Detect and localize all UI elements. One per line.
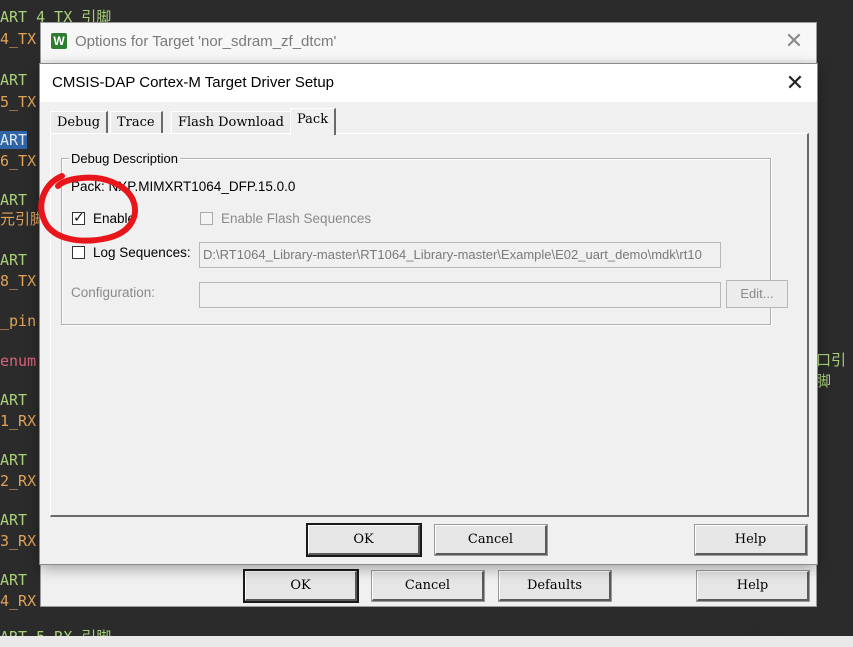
- code-line: 8_TX: [0, 272, 37, 290]
- close-icon[interactable]: ✕: [782, 29, 806, 53]
- code-line: ART: [0, 251, 28, 269]
- tab-trace[interactable]: Trace: [110, 111, 163, 133]
- configuration-field[interactable]: [199, 282, 721, 308]
- code-line: ART: [0, 451, 28, 469]
- inner-titlebar: CMSIS-DAP Cortex-M Target Driver Setup ✕: [40, 64, 817, 102]
- outer-ok-button[interactable]: OK: [243, 569, 359, 603]
- code-line: ART: [0, 571, 28, 589]
- enable-checkbox[interactable]: ✓: [72, 209, 85, 225]
- code-line: 6_TX: [0, 152, 37, 170]
- pack-label: Pack: NXP.MIMXRT1064_DFP.15.0.0: [71, 179, 296, 194]
- bottom-status-strip: [0, 636, 853, 647]
- code-line: 元引脚: [0, 210, 46, 228]
- keil-app-icon: W: [51, 33, 67, 49]
- group-legend: Debug Description: [69, 151, 180, 166]
- code-line: ART: [0, 391, 28, 409]
- inner-cancel-button[interactable]: Cancel: [434, 524, 548, 556]
- code-line: 2_RX: [0, 472, 37, 490]
- code-line: ART: [0, 131, 28, 149]
- inner-help-button[interactable]: Help: [694, 524, 808, 556]
- inner-ok-button[interactable]: OK: [306, 523, 422, 557]
- outer-cancel-button[interactable]: Cancel: [371, 570, 485, 602]
- code-line: _pin: [0, 312, 37, 330]
- inner-dialog-title: CMSIS-DAP Cortex-M Target Driver Setup: [52, 74, 335, 91]
- configuration-label: Configuration:: [71, 285, 156, 300]
- tab-flash-download[interactable]: Flash Download: [171, 111, 292, 133]
- code-line: 3_RX: [0, 532, 37, 550]
- code-line: ART: [0, 511, 28, 529]
- code-line: enum: [0, 352, 37, 370]
- enable-flash-sequences-label: Enable Flash Sequences: [221, 211, 372, 226]
- outer-defaults-button[interactable]: Defaults: [498, 570, 612, 602]
- tab-debug[interactable]: Debug: [50, 111, 109, 133]
- outer-help-button[interactable]: Help: [696, 570, 810, 602]
- edit-button[interactable]: Edit...: [726, 280, 788, 308]
- code-line: 4_TX: [0, 30, 37, 48]
- outer-titlebar: W Options for Target 'nor_sdram_zf_dtcm'…: [41, 23, 816, 60]
- log-sequences-label: Log Sequences:: [93, 245, 191, 260]
- log-sequences-checkbox[interactable]: [72, 246, 85, 259]
- enable-flash-sequences-checkbox[interactable]: [200, 212, 213, 225]
- code-fragment-right: 口引脚: [816, 351, 847, 390]
- close-icon[interactable]: ✕: [783, 71, 807, 95]
- tab-pack[interactable]: Pack: [290, 108, 337, 135]
- code-line: 1_RX: [0, 412, 37, 430]
- log-path-field[interactable]: D:\RT1064_Library-master\RT1064_Library-…: [199, 242, 721, 268]
- code-line: ART: [0, 71, 28, 89]
- watermark: CSDN @KeyNG_YHS: [707, 621, 837, 636]
- outer-dialog-title: Options for Target 'nor_sdram_zf_dtcm': [75, 33, 337, 50]
- code-line: 5_TX: [0, 93, 37, 111]
- code-line: ART: [0, 191, 28, 209]
- code-line: 4_RX: [0, 592, 37, 610]
- enable-label: Enable: [93, 211, 136, 226]
- check-icon: ✓: [73, 209, 85, 225]
- target-driver-setup-dialog: CMSIS-DAP Cortex-M Target Driver Setup ✕…: [40, 64, 817, 564]
